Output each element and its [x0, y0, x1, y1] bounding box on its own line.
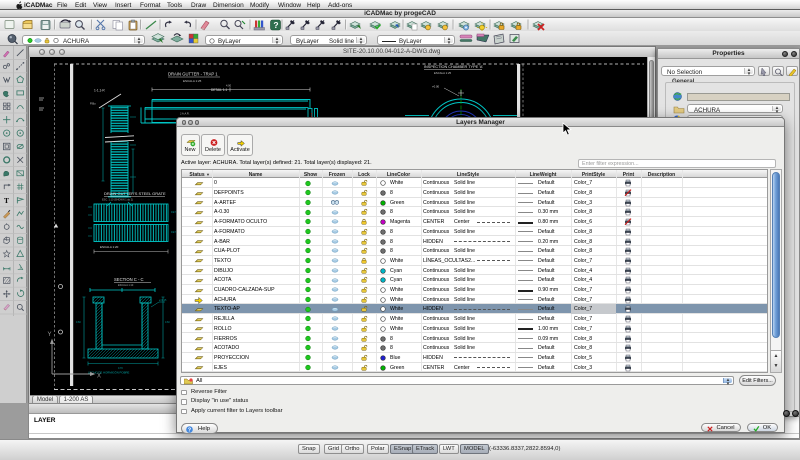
svg-text:1-1.1-R: 1-1.1-R [94, 89, 105, 93]
svg-text:SECTION C - C: SECTION C - C [114, 277, 144, 282]
svg-text:e=0.15: e=0.15 [159, 299, 167, 302]
svg-text:4.00: 4.00 [226, 84, 232, 88]
svg-text:ESCALA 1:25: ESCALA 1:25 [183, 79, 202, 83]
svg-text:X: X [97, 374, 101, 380]
svg-text:Y: Y [48, 332, 52, 338]
svg-text:DRAIN GUTTER'S STEEL GRATE: DRAIN GUTTER'S STEEL GRATE [104, 191, 166, 196]
svg-text:+0.00: +0.00 [432, 85, 440, 89]
svg-text:ESCALA 1:20: ESCALA 1:20 [100, 245, 119, 249]
svg-text:0.60: 0.60 [76, 321, 81, 324]
svg-text:J.A.A.R.: J.A.A.R. [180, 112, 190, 116]
svg-text:DRAIN GUTTER - TRAP 1: DRAIN GUTTER - TRAP 1 [168, 72, 218, 77]
svg-text:0.60: 0.60 [165, 321, 170, 324]
svg-text:INSPECTION CHAMBER TYPE 'A': INSPECTION CHAMBER TYPE 'A' [424, 65, 483, 69]
svg-text:ESCALA 1:25: ESCALA 1:25 [434, 71, 452, 75]
svg-text:T: T [4, 196, 10, 205]
svg-text:P.Bo: P.Bo [90, 102, 96, 106]
svg-text:ESC. 1:10 (SHOWN 1 do 2): ESC. 1:10 (SHOWN 1 do 2) [102, 199, 133, 202]
svg-text:ESCALA 1:10: ESCALA 1:10 [118, 284, 134, 287]
svg-text:DETAIL 1-1: DETAIL 1-1 [211, 88, 228, 92]
svg-text:?: ? [273, 20, 278, 30]
